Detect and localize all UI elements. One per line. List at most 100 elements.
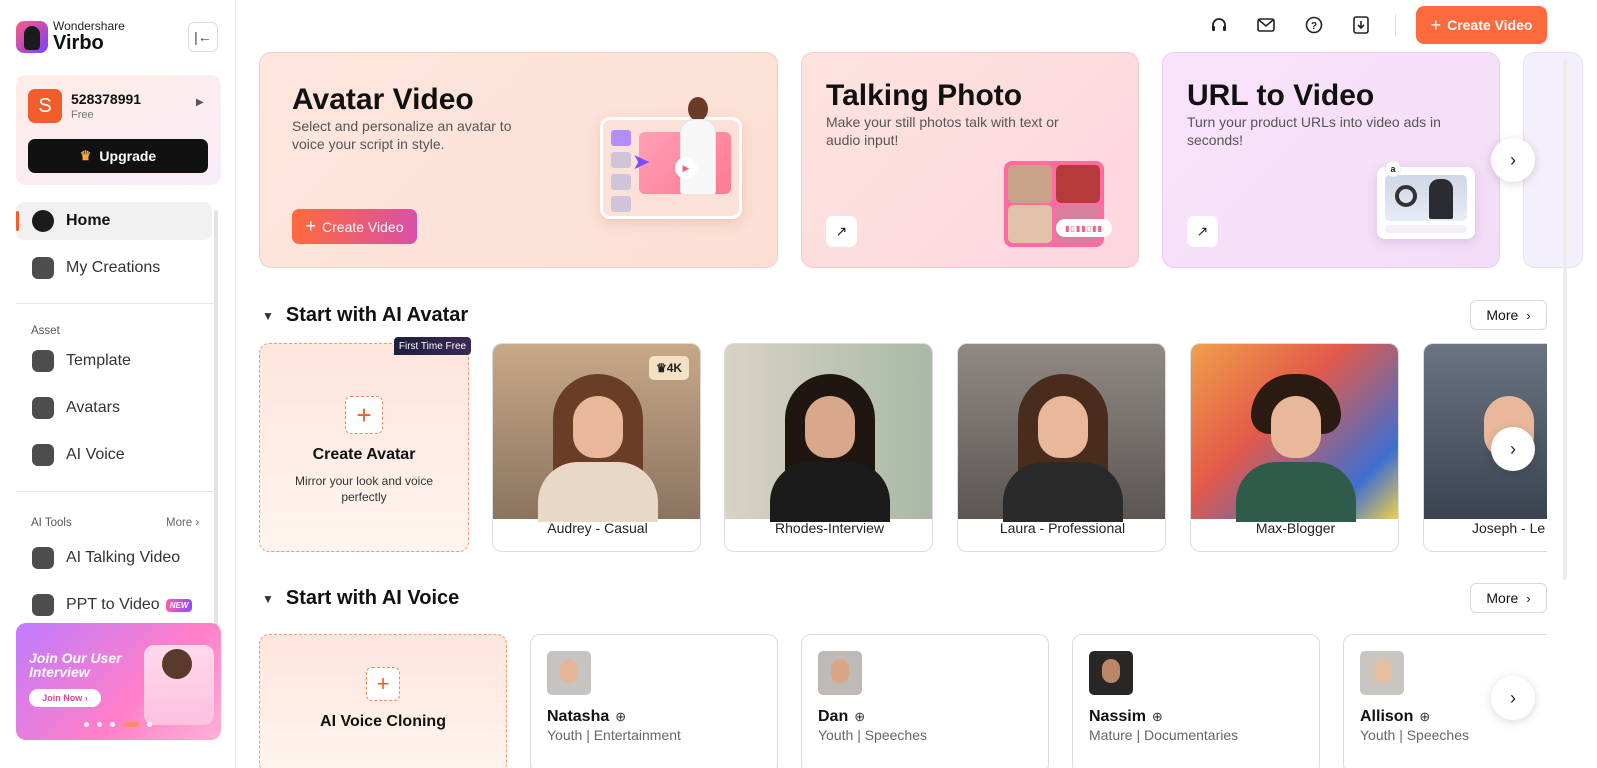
topbar-divider bbox=[1395, 14, 1396, 36]
create-video-top-button[interactable]: + Create Video bbox=[1416, 6, 1547, 44]
globe-icon: ⊕ bbox=[854, 709, 866, 724]
carousel-dots bbox=[84, 722, 152, 727]
nav-my-creations[interactable]: My Creations bbox=[16, 249, 212, 287]
avatar-video-card[interactable]: Avatar Video Select and personalize an a… bbox=[259, 52, 778, 268]
crown-icon: ♛ bbox=[79, 148, 92, 163]
section-title: Start with AI Voice bbox=[285, 587, 460, 609]
nav-ai-voice[interactable]: AI Voice bbox=[16, 436, 212, 474]
voice-card[interactable]: Nassim ⊕ Mature | Documentaries bbox=[1072, 634, 1320, 768]
plus-icon: + bbox=[345, 396, 383, 434]
help-icon[interactable]: ? bbox=[1303, 14, 1325, 36]
nav-label: PPT to Video bbox=[66, 596, 160, 613]
avatar-card[interactable]: ♛ 4K Audrey - Casual bbox=[492, 343, 701, 552]
carousel-dot[interactable] bbox=[147, 722, 152, 727]
url-to-video-card[interactable]: URL to Video Turn your product URLs into… bbox=[1162, 52, 1500, 268]
create-avatar-title: Create Avatar bbox=[312, 446, 416, 463]
collapse-sidebar-icon: |← bbox=[194, 29, 212, 45]
carousel-dot[interactable] bbox=[97, 722, 102, 727]
nav-label: Template bbox=[66, 352, 131, 369]
avatar-section-header[interactable]: ▼ Start with AI Avatar bbox=[262, 304, 468, 327]
virbo-logo-icon bbox=[16, 20, 48, 53]
avatar-name: Max-Blogger bbox=[1255, 520, 1336, 536]
talking-photo-card[interactable]: Talking Photo Make your still photos tal… bbox=[801, 52, 1139, 268]
ppt-icon bbox=[32, 594, 54, 616]
features-next-arrow-icon[interactable]: › bbox=[1491, 138, 1535, 182]
plus-icon: + bbox=[1430, 14, 1442, 35]
globe-icon: ⊕ bbox=[615, 709, 627, 724]
page-scrollbar[interactable] bbox=[1563, 60, 1567, 580]
sidebar-scrollbar[interactable] bbox=[214, 210, 218, 630]
svg-text:?: ? bbox=[1311, 21, 1317, 32]
carousel-dot[interactable] bbox=[84, 722, 89, 727]
create-video-label: Create Video bbox=[322, 218, 404, 235]
feature-title: Avatar Video bbox=[292, 83, 474, 116]
avatar-name: Laura - Professional bbox=[999, 520, 1126, 536]
headset-icon[interactable] bbox=[1208, 14, 1230, 36]
url-video-illustration bbox=[1377, 167, 1475, 239]
voice-tags: Mature | Documentaries bbox=[1089, 727, 1239, 743]
mail-icon[interactable] bbox=[1255, 14, 1277, 36]
brand-name: Wondershare bbox=[53, 19, 125, 33]
globe-icon: ⊕ bbox=[1419, 709, 1431, 724]
logo[interactable]: Wondershare Virbo bbox=[16, 20, 125, 53]
join-now-button[interactable]: Join Now › bbox=[29, 689, 101, 707]
nav-ppt-to-video[interactable]: PPT to Video NEW bbox=[16, 586, 212, 624]
voice-section-header[interactable]: ▼ Start with AI Voice bbox=[262, 587, 459, 610]
open-arrow-icon[interactable]: ↗ bbox=[826, 216, 857, 247]
folder-icon bbox=[32, 257, 54, 279]
voices-next-arrow-icon[interactable]: › bbox=[1491, 676, 1535, 720]
avatars-next-arrow-icon[interactable]: › bbox=[1491, 427, 1535, 471]
voice-more-button[interactable]: More › bbox=[1470, 583, 1547, 613]
4k-badge: ♛ 4K bbox=[649, 356, 689, 380]
carousel-dot-active[interactable] bbox=[123, 722, 139, 727]
tools-more-label: More bbox=[166, 517, 193, 529]
upgrade-label: Upgrade bbox=[99, 148, 157, 164]
avatar-more-button[interactable]: More › bbox=[1470, 300, 1547, 330]
voice-cloning-card[interactable]: + AI Voice Cloning bbox=[259, 634, 507, 768]
section-title: Start with AI Avatar bbox=[285, 304, 469, 326]
avatar-image bbox=[725, 344, 932, 522]
voice-tags: Youth | Speeches bbox=[818, 727, 927, 743]
avatar-card[interactable]: Laura - Professional bbox=[957, 343, 1166, 552]
feature-desc: Select and personalize an avatar to voic… bbox=[292, 118, 512, 152]
sidebar: Wondershare Virbo |← S 528378991 Free ▶ … bbox=[0, 0, 236, 768]
nav-template[interactable]: Template bbox=[16, 342, 212, 380]
plus-icon: + bbox=[305, 216, 317, 236]
voice-name: Natasha ⊕ bbox=[547, 708, 627, 725]
divider bbox=[16, 491, 213, 492]
avatar-card[interactable]: Rhodes-Interview bbox=[724, 343, 933, 552]
avatar-create-video-button[interactable]: + Create Video bbox=[292, 209, 417, 244]
create-avatar-subtitle: Mirror your look and voice perfectly bbox=[294, 474, 434, 504]
nav-ai-talking-video[interactable]: AI Talking Video bbox=[16, 539, 212, 577]
nav-label: AI Talking Video bbox=[66, 549, 181, 566]
nav-avatars[interactable]: Avatars bbox=[16, 389, 212, 427]
cursor-icon: ➤ bbox=[632, 149, 651, 174]
collapse-triangle-icon: ▼ bbox=[262, 591, 274, 606]
join-now-label: Join Now bbox=[42, 693, 83, 703]
user-card[interactable]: S 528378991 Free ▶ ♛ Upgrade bbox=[16, 75, 221, 185]
audio-wave-icon: ▮▯▮▮▯▮▮ bbox=[1056, 219, 1112, 237]
amazon-icon: a bbox=[1385, 161, 1401, 177]
promo-banner[interactable]: Join Our User Interview Join Now › bbox=[16, 623, 221, 740]
voice-avatar bbox=[1089, 651, 1133, 695]
create-avatar-card[interactable]: + Create Avatar Mirror your look and voi… bbox=[259, 343, 469, 552]
avatar-card[interactable]: Max-Blogger bbox=[1190, 343, 1399, 552]
voice-card[interactable]: Natasha ⊕ Youth | Entertainment bbox=[530, 634, 778, 768]
collapse-sidebar-button[interactable]: |← bbox=[188, 22, 218, 52]
carousel-dot[interactable] bbox=[110, 722, 115, 727]
chevron-right-icon: › bbox=[1526, 590, 1531, 606]
download-icon[interactable] bbox=[1350, 14, 1372, 36]
open-arrow-icon[interactable]: ↗ bbox=[1187, 216, 1218, 247]
nav-home[interactable]: Home bbox=[16, 202, 212, 240]
asset-section-label: Asset bbox=[31, 325, 60, 337]
presenter-illustration bbox=[678, 97, 718, 197]
upgrade-button[interactable]: ♛ Upgrade bbox=[28, 139, 208, 173]
voice-card[interactable]: Dan ⊕ Youth | Speeches bbox=[801, 634, 1049, 768]
globe-icon: ⊕ bbox=[1151, 709, 1163, 724]
feature-desc: Turn your product URLs into video ads in… bbox=[1187, 114, 1441, 148]
voice-icon bbox=[32, 444, 54, 466]
tools-more-link[interactable]: More › bbox=[166, 517, 199, 529]
home-icon bbox=[32, 210, 54, 232]
more-label: More bbox=[1486, 307, 1519, 323]
user-plan: Free bbox=[71, 109, 94, 121]
